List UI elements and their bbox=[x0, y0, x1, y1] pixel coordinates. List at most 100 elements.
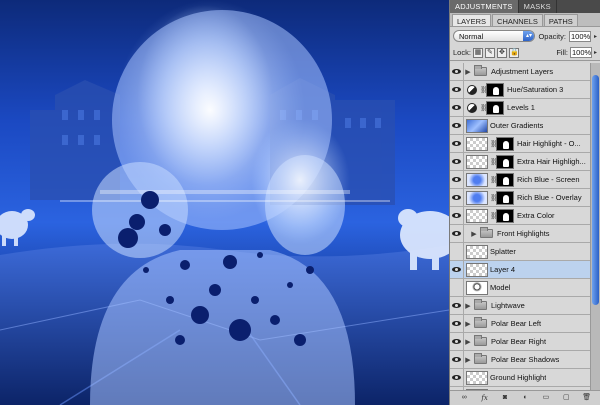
layer-name[interactable]: Lightwave bbox=[491, 301, 525, 310]
layer-name[interactable]: Adjustment Layers bbox=[491, 67, 553, 76]
layer-mask-thumbnail[interactable] bbox=[486, 100, 504, 115]
visibility-toggle[interactable] bbox=[450, 278, 464, 297]
tab-channels[interactable]: CHANNELS bbox=[492, 14, 543, 26]
layer-thumbnail[interactable] bbox=[466, 154, 488, 169]
layer-thumbnail[interactable] bbox=[466, 208, 488, 223]
document-canvas[interactable] bbox=[0, 0, 449, 405]
visibility-toggle[interactable] bbox=[450, 116, 464, 135]
layer-name[interactable]: Polar Bear Left bbox=[491, 319, 541, 328]
layer-row[interactable]: Model bbox=[450, 278, 591, 297]
layer-name[interactable]: Hue/Saturation 3 bbox=[507, 85, 563, 94]
expand-triangle-icon[interactable]: ▶ bbox=[470, 230, 478, 238]
layer-name[interactable]: Hair Highlight - O... bbox=[517, 139, 581, 148]
layer-row[interactable]: ⛓ Hair Highlight - O... bbox=[450, 134, 591, 153]
layer-row[interactable]: ⛓ Levels 1 bbox=[450, 98, 591, 117]
visibility-toggle[interactable] bbox=[450, 134, 464, 153]
layer-name[interactable]: Front Highlights bbox=[497, 229, 550, 238]
fill-input[interactable]: 100% bbox=[569, 47, 592, 58]
layer-name[interactable]: Splatter bbox=[490, 247, 516, 256]
tab-layers[interactable]: LAYERS bbox=[452, 14, 492, 26]
layer-row[interactable]: Layer 4 bbox=[450, 260, 591, 279]
expand-triangle-icon[interactable]: ▶ bbox=[464, 302, 472, 310]
link-icon[interactable]: ∞ bbox=[459, 393, 469, 403]
layer-row[interactable]: ⛓ Extra Hair Highligh... bbox=[450, 152, 591, 171]
lock-all-icon[interactable]: 🔒 bbox=[508, 47, 519, 58]
opacity-slider-arrow-icon[interactable]: ▸ bbox=[594, 33, 597, 40]
layer-list-scrollbar[interactable] bbox=[590, 63, 600, 390]
visibility-toggle[interactable] bbox=[450, 170, 464, 189]
layer-thumbnail[interactable] bbox=[466, 370, 488, 385]
layer-row[interactable]: ▶ Lightwave bbox=[450, 296, 591, 315]
layer-thumbnail[interactable] bbox=[466, 280, 488, 295]
visibility-toggle[interactable] bbox=[450, 332, 464, 351]
layer-row[interactable]: ▶ Adjustment Layers bbox=[450, 63, 591, 81]
fill-slider-arrow-icon[interactable]: ▸ bbox=[594, 49, 597, 56]
opacity-input[interactable]: 100% bbox=[568, 30, 591, 42]
layer-name[interactable]: Polar Bear Shadows bbox=[491, 355, 559, 364]
layer-thumbnail[interactable] bbox=[466, 244, 488, 259]
layer-name[interactable]: Outer Gradients bbox=[490, 121, 543, 130]
layer-name[interactable]: Levels 1 bbox=[507, 103, 535, 112]
new-layer-icon[interactable]: ▢ bbox=[561, 393, 571, 403]
blend-mode-select[interactable]: Normal ▴▾ bbox=[453, 30, 536, 42]
tab-adjustments[interactable]: ADJUSTMENTS bbox=[450, 0, 519, 13]
layer-row[interactable]: ⛓ Rich Blue - Screen bbox=[450, 170, 591, 189]
visibility-toggle[interactable] bbox=[450, 80, 464, 99]
tab-masks[interactable]: MASKS bbox=[519, 0, 557, 13]
visibility-toggle[interactable] bbox=[450, 224, 464, 243]
visibility-toggle[interactable] bbox=[450, 314, 464, 333]
visibility-toggle[interactable] bbox=[450, 242, 464, 261]
mask-icon[interactable]: ◙ bbox=[500, 393, 510, 403]
visibility-toggle[interactable] bbox=[450, 368, 464, 387]
layer-thumbnail[interactable] bbox=[466, 190, 488, 205]
expand-triangle-icon[interactable]: ▶ bbox=[464, 338, 472, 346]
layer-row[interactable]: Outer Gradients bbox=[450, 116, 591, 135]
expand-triangle-icon[interactable]: ▶ bbox=[464, 320, 472, 328]
layer-name[interactable]: Polar Bear Right bbox=[491, 337, 546, 346]
fx-icon[interactable]: fx bbox=[480, 393, 490, 403]
layer-thumbnail[interactable] bbox=[466, 172, 488, 187]
layer-thumbnail[interactable] bbox=[466, 262, 488, 277]
layer-mask-thumbnail[interactable] bbox=[486, 82, 504, 97]
visibility-toggle[interactable] bbox=[450, 98, 464, 117]
layer-mask-thumbnail[interactable] bbox=[496, 154, 514, 169]
layer-row[interactable]: ▶ Polar Bear Shadows bbox=[450, 350, 591, 369]
visibility-toggle[interactable] bbox=[450, 63, 464, 81]
lock-transparency-icon[interactable]: ▦ bbox=[472, 47, 483, 58]
tab-paths[interactable]: PATHS bbox=[543, 14, 578, 26]
layer-name[interactable]: Rich Blue - Screen bbox=[517, 175, 580, 184]
adjustment-icon[interactable]: ◐ bbox=[520, 393, 530, 403]
visibility-toggle[interactable] bbox=[450, 206, 464, 225]
visibility-toggle[interactable] bbox=[450, 350, 464, 369]
layer-row[interactable]: ⛓ Extra Color bbox=[450, 206, 591, 225]
visibility-toggle[interactable] bbox=[450, 260, 464, 279]
layer-name[interactable]: Extra Hair Highligh... bbox=[517, 157, 586, 166]
layer-name[interactable]: Ground Highlight bbox=[490, 373, 546, 382]
layer-thumbnail[interactable] bbox=[466, 118, 488, 133]
layer-mask-thumbnail[interactable] bbox=[496, 190, 514, 205]
layer-row[interactable]: ▶ Polar Bear Left bbox=[450, 314, 591, 333]
layer-name[interactable]: Model bbox=[490, 283, 510, 292]
layer-name[interactable]: Extra Color bbox=[517, 211, 555, 220]
layer-row[interactable]: ▶ Front Highlights bbox=[450, 224, 591, 243]
layer-name[interactable]: Layer 4 bbox=[490, 265, 515, 274]
scrollbar-thumb[interactable] bbox=[592, 75, 599, 305]
layer-row[interactable]: ⛓ Hue/Saturation 3 bbox=[450, 80, 591, 99]
layer-row[interactable]: Splatter bbox=[450, 242, 591, 261]
visibility-toggle[interactable] bbox=[450, 296, 464, 315]
layer-mask-thumbnail[interactable] bbox=[496, 208, 514, 223]
layer-name[interactable]: Rich Blue - Overlay bbox=[517, 193, 582, 202]
expand-triangle-icon[interactable]: ▶ bbox=[464, 356, 472, 364]
trash-icon[interactable]: 🗑 bbox=[582, 393, 592, 403]
layer-row[interactable]: Ground Highlight bbox=[450, 368, 591, 387]
layer-thumbnail[interactable] bbox=[466, 136, 488, 151]
folder-icon[interactable]: ▭ bbox=[541, 393, 551, 403]
lock-pixels-icon[interactable]: ✎ bbox=[484, 47, 495, 58]
layer-row[interactable]: ⛓ Rich Blue - Overlay bbox=[450, 188, 591, 207]
layer-row[interactable]: ▶ Polar Bear Right bbox=[450, 332, 591, 351]
layer-mask-thumbnail[interactable] bbox=[496, 136, 514, 151]
visibility-toggle[interactable] bbox=[450, 152, 464, 171]
expand-triangle-icon[interactable]: ▶ bbox=[464, 68, 472, 76]
visibility-toggle[interactable] bbox=[450, 188, 464, 207]
layer-mask-thumbnail[interactable] bbox=[496, 172, 514, 187]
